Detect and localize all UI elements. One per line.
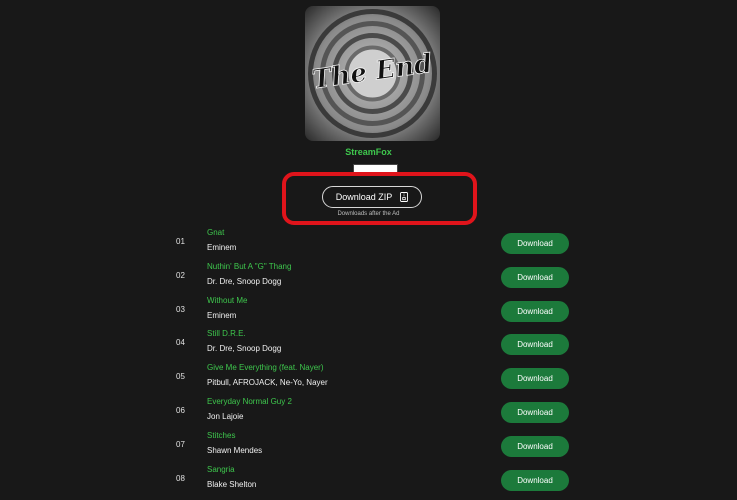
track-artist: Eminem <box>207 310 237 320</box>
download-button[interactable]: Download <box>501 368 569 390</box>
download-zip-label: Download ZIP <box>335 192 393 202</box>
download-button[interactable]: Download <box>501 401 569 423</box>
download-button[interactable]: Download <box>501 469 569 491</box>
track-title[interactable]: Everyday Normal Guy 2 <box>207 397 292 406</box>
track-title[interactable]: Gnat <box>207 228 224 237</box>
track-artist: Pitbull, AFROJACK, Ne-Yo, Nayer <box>207 378 328 388</box>
track-number: 02 <box>176 270 185 280</box>
track-title[interactable]: Nuthin' But A "G" Thang <box>207 262 291 271</box>
download-zip-button[interactable]: Download ZIP <box>322 186 422 208</box>
track-artist: Jon Lajoie <box>207 411 244 421</box>
track-number: 03 <box>176 304 185 314</box>
track-row: 01 Gnat Eminem Download <box>0 228 737 262</box>
track-row: 08 Sangria Blake Shelton Download <box>0 465 737 499</box>
track-number: 05 <box>176 372 185 382</box>
track-artist: Dr. Dre, Snoop Dogg <box>207 276 282 286</box>
track-row: 02 Nuthin' But A "G" Thang Dr. Dre, Snoo… <box>0 262 737 296</box>
track-title[interactable]: Still D.R.E. <box>207 329 246 338</box>
track-row: 04 Still D.R.E. Dr. Dre, Snoop Dogg Down… <box>0 329 737 363</box>
track-row: 07 Stitches Shawn Mendes Download <box>0 431 737 465</box>
track-artist: Shawn Mendes <box>207 445 263 455</box>
track-title[interactable]: Give Me Everything (feat. Nayer) <box>207 363 323 372</box>
zip-file-icon <box>400 192 409 202</box>
track-number: 08 <box>176 473 185 483</box>
track-title[interactable]: Stitches <box>207 431 235 440</box>
track-title[interactable]: Sangria <box>207 465 235 474</box>
track-number: 07 <box>176 439 185 449</box>
playlist-title[interactable]: StreamFox <box>0 147 737 157</box>
download-button[interactable]: Download <box>501 435 569 457</box>
album-cover: The End <box>305 6 440 141</box>
track-number: 06 <box>176 405 185 415</box>
track-artist: Dr. Dre, Snoop Dogg <box>207 344 282 354</box>
track-number: 04 <box>176 338 185 348</box>
track-number: 01 <box>176 237 185 246</box>
zip-download-note: Downloads after the Ad <box>337 211 400 217</box>
download-button[interactable]: Download <box>501 334 569 356</box>
album-cover-art: The End <box>305 6 440 141</box>
download-button[interactable]: Download <box>501 300 569 322</box>
track-row: 05 Give Me Everything (feat. Nayer) Pitb… <box>0 363 737 397</box>
track-title[interactable]: Without Me <box>207 296 247 305</box>
download-button[interactable]: Download <box>501 233 569 254</box>
download-button[interactable]: Download <box>501 266 569 288</box>
track-artist: Eminem <box>207 243 237 252</box>
track-row: 06 Everyday Normal Guy 2 Jon Lajoie Down… <box>0 397 737 431</box>
track-row: 03 Without Me Eminem Download <box>0 296 737 330</box>
track-list: 01 Gnat Eminem Download 02 Nuthin' But A… <box>0 228 737 498</box>
track-artist: Blake Shelton <box>207 479 257 489</box>
